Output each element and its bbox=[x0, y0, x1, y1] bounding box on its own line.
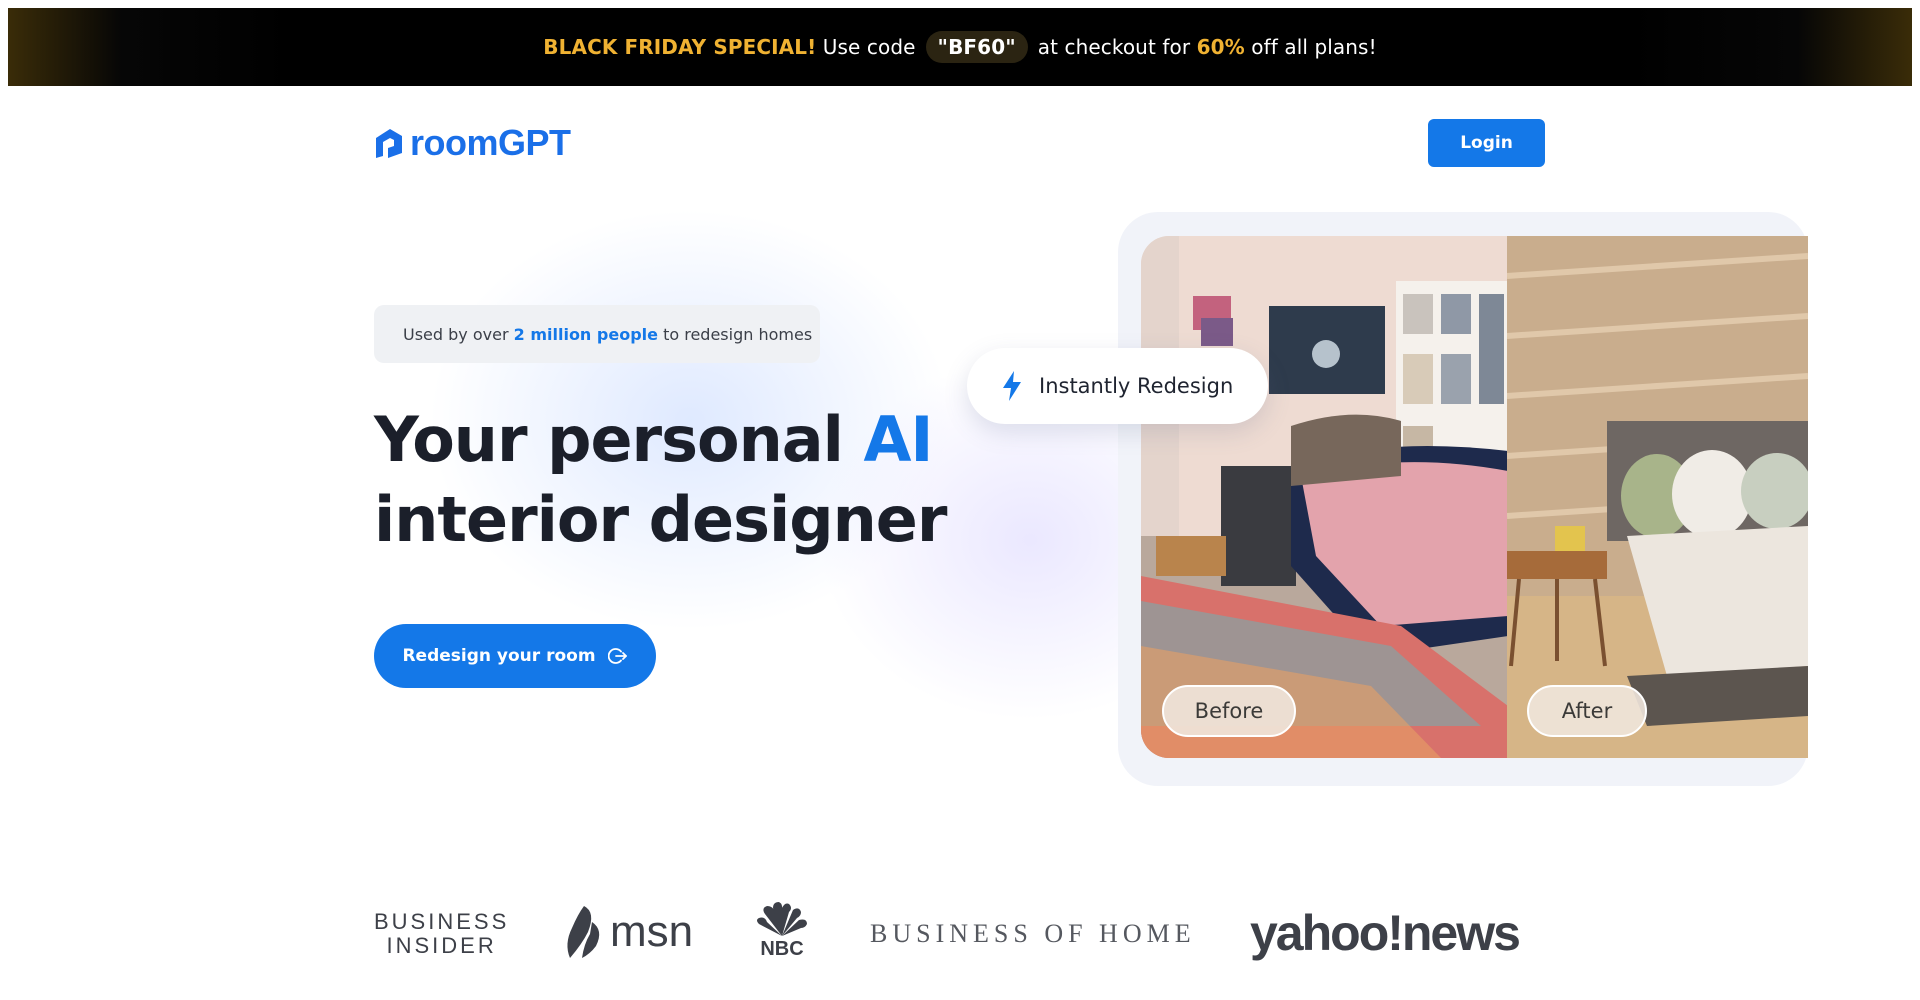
after-label: After bbox=[1527, 685, 1647, 737]
promo-text-end: off all plans! bbox=[1251, 35, 1377, 59]
usage-suffix: to redesign homes bbox=[663, 324, 813, 344]
redesign-room-button[interactable]: Redesign your room bbox=[374, 624, 656, 688]
hero-title-line2: interior designer bbox=[374, 483, 947, 556]
press-logos: BUSINESS INSIDER msn NBC BUSINESS OF HOM… bbox=[0, 900, 1920, 970]
usage-badge: Used by over 2 million people to redesig… bbox=[374, 305, 820, 363]
promo-text-before-code: Use code bbox=[822, 35, 916, 59]
before-room-image bbox=[1141, 236, 1508, 758]
roomgpt-logo[interactable]: roomGPT bbox=[374, 122, 571, 164]
business-insider-line1: BUSINESS bbox=[374, 909, 510, 934]
msn-text: msn bbox=[610, 907, 694, 956]
business-insider-line2: INSIDER bbox=[386, 933, 497, 958]
redesign-room-label: Redesign your room bbox=[402, 646, 596, 666]
yahoo-news-logo: yahoo!news bbox=[1250, 905, 1521, 961]
before-after-image bbox=[1141, 236, 1808, 758]
login-button[interactable]: Login bbox=[1428, 119, 1545, 167]
promo-banner: BLACK FRIDAY SPECIAL! Use code "BF60" at… bbox=[8, 8, 1912, 86]
before-label: Before bbox=[1162, 685, 1296, 737]
nbc-text: NBC bbox=[760, 938, 804, 960]
instantly-redesign-badge: Instantly Redesign bbox=[967, 348, 1268, 424]
after-room-image bbox=[1507, 236, 1808, 758]
house-logo-icon bbox=[376, 129, 402, 158]
hero-title-line1: Your personal bbox=[374, 403, 844, 476]
hero-title: Your personal AI interior designer bbox=[374, 400, 947, 560]
promo-text-after-code: at checkout for bbox=[1037, 35, 1191, 59]
promo-code-badge: "BF60" bbox=[925, 31, 1028, 63]
hero-title-ai: AI bbox=[863, 403, 933, 476]
business-of-home-logo: BUSINESS OF HOME bbox=[870, 919, 1196, 948]
promo-highlight: BLACK FRIDAY SPECIAL! bbox=[543, 35, 817, 59]
logo-text: roomGPT bbox=[410, 122, 571, 163]
lightning-bolt-icon bbox=[1003, 371, 1021, 401]
usage-prefix: Used by over bbox=[403, 324, 509, 344]
msn-logo: msn bbox=[562, 904, 693, 960]
msn-butterfly-icon bbox=[567, 906, 600, 958]
business-insider-logo: BUSINESS INSIDER bbox=[374, 910, 509, 958]
usage-highlight: 2 million people bbox=[513, 324, 658, 344]
promo-discount: 60% bbox=[1196, 35, 1245, 59]
instantly-redesign-label: Instantly Redesign bbox=[1039, 374, 1234, 398]
nbc-logo: NBC bbox=[752, 902, 812, 961]
nbc-peacock-icon bbox=[757, 902, 807, 936]
arrow-out-icon bbox=[607, 648, 627, 664]
